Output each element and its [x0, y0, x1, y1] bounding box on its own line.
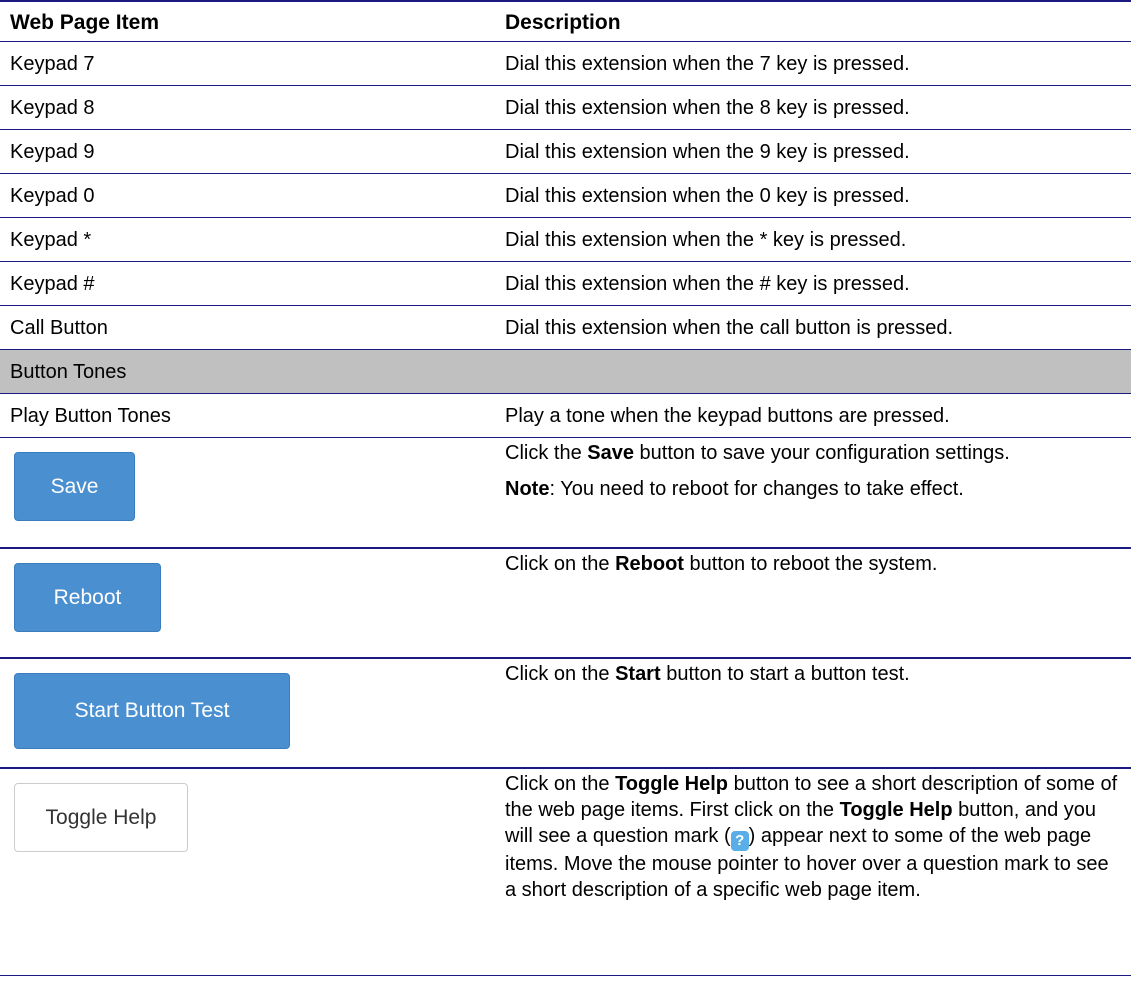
start-test-row: Start Button Test Click on the Start but… [0, 657, 1131, 767]
column-header-item: Web Page Item [10, 11, 159, 34]
item-label: Keypad # [10, 273, 95, 295]
toggle-help-row: Toggle Help Click on the Toggle Help but… [0, 767, 1131, 977]
reboot-description: Click on the Reboot button to reboot the… [505, 551, 1125, 577]
table-header-row: Web Page Item Description [0, 0, 1131, 41]
start-description: Click on the Start button to start a but… [505, 661, 1125, 687]
reboot-row: Reboot Click on the Reboot button to reb… [0, 547, 1131, 657]
item-description: Dial this extension when the call button… [505, 317, 954, 339]
item-label: Keypad 8 [10, 97, 95, 119]
column-header-description: Description [505, 11, 621, 34]
item-description: Dial this extension when the * key is pr… [505, 229, 907, 251]
table-row: Keypad 0 Dial this extension when the 0 … [0, 173, 1131, 217]
item-label: Keypad 0 [10, 185, 95, 207]
toggle-help-description: Click on the Toggle Help button to see a… [505, 771, 1125, 903]
item-description: Play a tone when the keypad buttons are … [505, 405, 950, 427]
reboot-description-line: Click on the Reboot button to reboot the… [505, 553, 938, 575]
table-row: Keypad 8 Dial this extension when the 8 … [0, 85, 1131, 129]
table-bottom-rule [0, 975, 1131, 976]
reboot-button[interactable]: Reboot [14, 563, 161, 632]
table-row: Keypad * Dial this extension when the * … [0, 217, 1131, 261]
question-mark-icon: ? [730, 831, 749, 851]
item-label: Call Button [10, 317, 108, 339]
item-label: Keypad 9 [10, 141, 95, 163]
settings-table: Web Page Item Description Keypad 7 Dial … [0, 0, 1131, 977]
table-row: Play Button Tones Play a tone when the k… [0, 393, 1131, 437]
save-button[interactable]: Save [14, 452, 135, 521]
item-label: Keypad * [10, 229, 92, 251]
start-description-line: Click on the Start button to start a but… [505, 663, 910, 685]
start-button-test-button[interactable]: Start Button Test [14, 673, 290, 749]
table-row: Keypad # Dial this extension when the # … [0, 261, 1131, 305]
save-description: Click the Save button to save your confi… [505, 440, 1125, 502]
save-description-line: Click the Save button to save your confi… [505, 442, 1010, 464]
table-row: Keypad 7 Dial this extension when the 7 … [0, 41, 1131, 85]
section-title: Button Tones [10, 361, 127, 383]
item-label: Keypad 7 [10, 53, 95, 75]
table-row: Keypad 9 Dial this extension when the 9 … [0, 129, 1131, 173]
toggle-help-button[interactable]: Toggle Help [14, 783, 188, 852]
item-description: Dial this extension when the 8 key is pr… [505, 97, 910, 119]
toggle-help-paragraph: Click on the Toggle Help button to see a… [505, 773, 1118, 901]
item-description: Dial this extension when the 9 key is pr… [505, 141, 910, 163]
section-header-row: Button Tones [0, 349, 1131, 393]
item-label: Play Button Tones [10, 405, 171, 427]
save-note-line: Note: You need to reboot for changes to … [505, 478, 964, 500]
item-description: Dial this extension when the # key is pr… [505, 273, 910, 295]
item-description: Dial this extension when the 7 key is pr… [505, 53, 910, 75]
save-row: Save Click the Save button to save your … [0, 437, 1131, 547]
table-row: Call Button Dial this extension when the… [0, 305, 1131, 349]
item-description: Dial this extension when the 0 key is pr… [505, 185, 910, 207]
